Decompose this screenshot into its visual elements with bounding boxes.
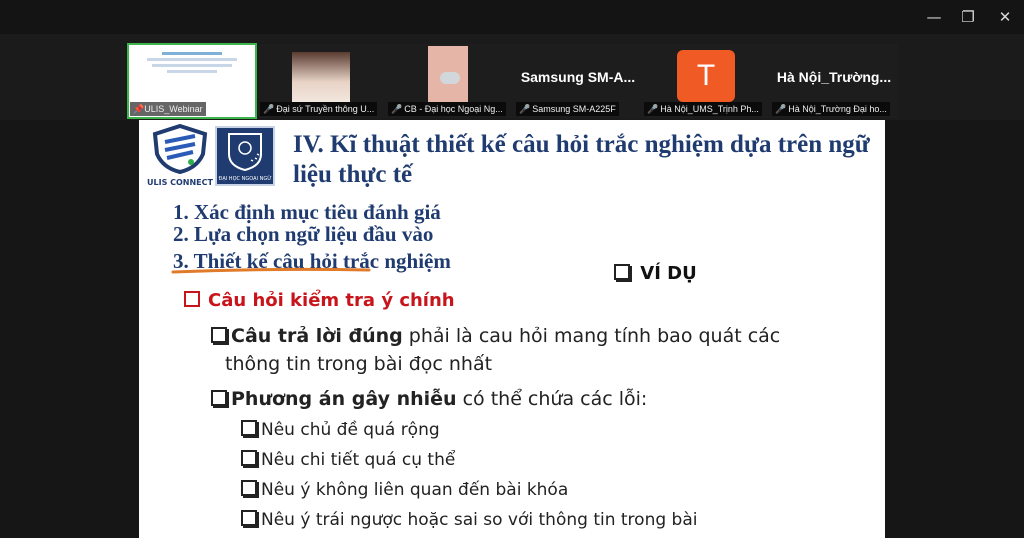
participant-tile[interactable]: 🎤 Đại sứ Truyền thông U... — [258, 44, 386, 118]
participant-name: 🎤 Đại sứ Truyền thông U... — [260, 102, 378, 116]
close-button[interactable]: ✕ — [988, 5, 1022, 29]
mic-off-icon: 🎤 — [263, 104, 275, 114]
ulis-connect-logo: ULIS CONNECT — [147, 123, 213, 187]
checkbox-icon — [241, 480, 257, 496]
restore-button[interactable]: ❐ — [951, 5, 985, 29]
participant-name: 🎤 Samsung SM-A225F — [516, 102, 619, 116]
video-feed — [428, 46, 468, 102]
participant-name: 🎤 Hà Nội_UMS_Trịnh Ph... — [644, 102, 762, 116]
highlight-underline — [171, 267, 371, 274]
participant-tile[interactable]: 🎤 CB - Đại học Ngoại Ng... — [386, 44, 514, 118]
minimize-button[interactable]: — — [917, 5, 951, 29]
checkbox-icon — [614, 264, 630, 280]
participant-name: 🎤 CB - Đại học Ngoại Ng... — [388, 102, 506, 116]
checkbox-icon — [241, 510, 257, 526]
slide-thumbnail — [138, 50, 246, 90]
participant-display-name: Hà Nội_Trường... — [776, 69, 892, 85]
sub-bullet: Nêu ý không liên quan đến bài khóa — [241, 478, 568, 502]
mic-off-icon: 🎤 — [519, 104, 531, 114]
pin-icon: 📌 — [133, 104, 145, 114]
slide-title: IV. Kĩ thuật thiết kế câu hỏi trắc nghiệ… — [293, 131, 870, 188]
checkbox-icon — [211, 327, 227, 343]
sub-bullet: Nêu chi tiết quá cụ thể — [241, 448, 455, 472]
checkbox-icon — [241, 420, 257, 436]
example-heading: VÍ DỤ — [614, 263, 697, 284]
mic-off-icon: 🎤 — [775, 104, 787, 114]
shared-screen: ULIS CONNECT ĐẠI HỌC NGOẠI NGỮ IV. Kĩ th… — [0, 120, 1024, 538]
participant-name: 📌ULIS_Webinar — [130, 102, 206, 116]
checkbox-icon — [184, 291, 200, 307]
participant-tile[interactable]: 📌ULIS_Webinar — [127, 43, 257, 119]
bullet-line: Câu trả lời đúng phải là cau hỏi mang tí… — [211, 323, 780, 349]
bullet-line-continued: thông tin trong bài đọc nhất — [225, 353, 493, 375]
presentation-slide: ULIS CONNECT ĐẠI HỌC NGOẠI NGỮ IV. Kĩ th… — [139, 120, 885, 538]
step-item: 1. Xác định mục tiêu đánh giá — [173, 200, 441, 224]
checkbox-icon — [241, 450, 257, 466]
participant-display-name: Samsung SM-A... — [520, 69, 636, 85]
avatar: T — [677, 50, 735, 102]
mic-off-icon: 🎤 — [391, 104, 403, 114]
step-item: 2. Lựa chọn ngữ liệu đầu vào — [173, 222, 434, 246]
participant-name: 🎤 Hà Nội_Trường Đại ho... — [772, 102, 890, 116]
participant-tile[interactable]: T 🎤 Hà Nội_UMS_Trịnh Ph... — [642, 44, 770, 118]
university-logo: ĐẠI HỌC NGOẠI NGỮ — [215, 126, 275, 186]
sub-bullet: Nêu ý trái ngược hoặc sai so với thông t… — [241, 508, 697, 532]
video-feed — [292, 52, 350, 102]
participant-tile[interactable]: Hà Nội_Trường... 🎤 Hà Nội_Trường Đại ho..… — [770, 44, 898, 118]
mic-off-icon: 🎤 — [647, 104, 659, 114]
bullet-line: Phương án gây nhiễu có thể chứa các lỗi: — [211, 386, 647, 412]
sub-bullet: Nêu chủ đề quá rộng — [241, 418, 440, 442]
participant-strip: 📌ULIS_Webinar 🎤 Đại sứ Truyền thông U... … — [0, 34, 1024, 120]
checkbox-icon — [211, 390, 227, 406]
section-heading: Câu hỏi kiểm tra ý chính — [184, 290, 455, 311]
window-titlebar: — ❐ ✕ — [0, 0, 1024, 34]
participant-tile[interactable]: Samsung SM-A... 🎤 Samsung SM-A225F — [514, 44, 642, 118]
